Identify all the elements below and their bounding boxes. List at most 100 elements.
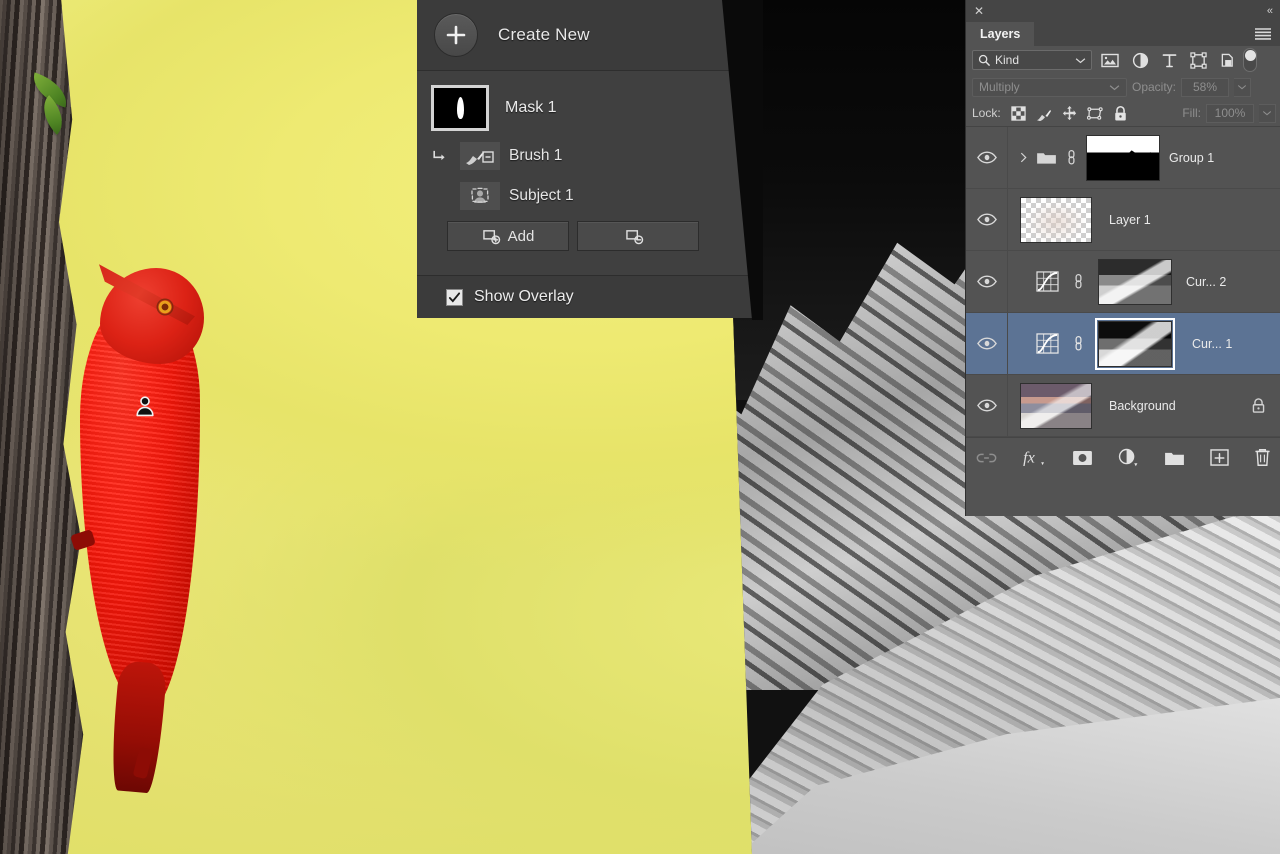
opacity-input[interactable]: 58% [1181, 77, 1230, 97]
subtract-mask-button[interactable] [577, 221, 699, 251]
fill-label: Fill: [1182, 106, 1201, 120]
subtract-rectangle-minus-icon [626, 229, 644, 244]
layer-name: Background [1109, 398, 1176, 413]
layer-visibility-toggle[interactable] [966, 313, 1008, 374]
layer-name: Cur... 2 [1186, 274, 1227, 289]
tab-layers[interactable]: Layers [966, 22, 1035, 46]
layers-list: Group 1 Layer 1 Cur... 2 Cur... 1 Backgr… [966, 126, 1280, 437]
layer-mask-thumbnail[interactable] [1098, 258, 1172, 305]
close-icon[interactable]: ✕ [974, 5, 984, 17]
delete-layer-icon[interactable] [1254, 448, 1271, 467]
panel-menu-icon[interactable] [1254, 22, 1280, 46]
show-overlay-checkbox[interactable] [446, 288, 463, 306]
lock-transparent-pixels-icon[interactable] [1011, 105, 1026, 121]
bird-eye [158, 300, 172, 314]
panel-tab-row: Layers [966, 22, 1280, 46]
layer-visibility-toggle[interactable] [966, 189, 1008, 250]
chevron-down-icon[interactable] [1075, 57, 1086, 64]
chevron-down-icon[interactable] [1109, 84, 1120, 91]
brush-subtract-icon[interactable] [460, 142, 500, 170]
link-mask-icon[interactable] [1073, 334, 1084, 353]
mask-action-buttons: Add [417, 216, 757, 251]
create-new-mask-header[interactable]: Create New [417, 0, 757, 70]
blend-mode-dropdown[interactable]: Multiply [972, 77, 1127, 97]
filter-shape-layers-icon[interactable] [1190, 51, 1207, 69]
link-layers-icon[interactable] [976, 452, 997, 464]
chevron-right-icon[interactable] [1020, 152, 1027, 163]
table-row[interactable]: Cur... 1 [966, 313, 1280, 375]
layer-thumbnail[interactable] [1020, 196, 1092, 243]
photoshop-layers-panel: ✕ « Layers Kind Multiply Opacity: 58% Lo… [965, 0, 1280, 516]
new-adjustment-layer-icon[interactable] [1118, 448, 1139, 467]
layer-styles-fx-icon[interactable]: fx [1022, 448, 1047, 467]
show-overlay-bar[interactable]: Show Overlay [417, 275, 757, 318]
layer-visibility-toggle[interactable] [966, 251, 1008, 312]
add-rectangle-plus-icon [482, 229, 500, 244]
mask-component-name: Subject 1 [509, 187, 574, 204]
bird-head [99, 264, 204, 364]
show-overlay-label: Show Overlay [474, 288, 574, 305]
filter-kind-dropdown[interactable]: Kind [972, 50, 1092, 70]
mask-list: Mask 1 Brush 1 Subject 1 Add [417, 70, 757, 275]
filter-toggle-switch[interactable] [1243, 48, 1257, 72]
layers-bottom-toolbar: fx [966, 437, 1280, 477]
blend-mode-value: Multiply [979, 80, 1020, 94]
curves-icon[interactable] [1036, 333, 1059, 354]
table-row[interactable]: Background [966, 375, 1280, 437]
table-row[interactable]: Cur... 2 [966, 251, 1280, 313]
fill-stepper-chevron-icon[interactable] [1259, 103, 1276, 123]
create-new-label: Create New [498, 25, 590, 44]
search-icon [978, 54, 990, 66]
blend-mode-row: Multiply Opacity: 58% [966, 74, 1280, 100]
add-mask-button[interactable]: Add [447, 221, 569, 251]
layer-visibility-toggle[interactable] [966, 375, 1008, 436]
mask-shape-preview [456, 97, 464, 119]
panel-titlebar: ✕ « [966, 0, 1280, 22]
collapse-double-chevron-icon[interactable]: « [1267, 5, 1273, 17]
select-subject-icon[interactable] [460, 182, 500, 210]
layer-mask-thumbnail-selected[interactable] [1095, 317, 1175, 370]
folder-icon [1036, 150, 1057, 165]
lock-artboard-nesting-icon[interactable] [1086, 105, 1104, 122]
lock-all-icon[interactable] [1113, 105, 1128, 122]
table-row[interactable]: Group 1 [966, 127, 1280, 189]
curves-icon[interactable] [1036, 271, 1059, 292]
eye-icon [976, 213, 997, 226]
eye-icon [976, 275, 997, 288]
mask-component-subject[interactable]: Subject 1 [417, 176, 757, 216]
lock-image-pixels-icon[interactable] [1035, 105, 1052, 122]
eye-icon [976, 399, 997, 412]
plus-circle-icon[interactable] [434, 13, 478, 57]
masked-bird-subject [62, 232, 232, 794]
filter-smart-object-icon[interactable] [1220, 53, 1235, 68]
mask-component-brush[interactable]: Brush 1 [417, 136, 757, 176]
new-group-icon[interactable] [1164, 450, 1185, 466]
eye-icon [976, 337, 997, 350]
mask-component-name: Brush 1 [509, 147, 563, 164]
filter-adjustment-layers-icon[interactable] [1132, 52, 1149, 69]
opacity-stepper-chevron-icon[interactable] [1234, 77, 1252, 97]
layer-name: Group 1 [1169, 150, 1215, 165]
subcomponent-arrow-icon [431, 149, 451, 164]
mask-thumbnail[interactable] [431, 85, 489, 131]
add-layer-mask-icon[interactable] [1072, 450, 1093, 466]
filter-type-layers-icon[interactable] [1162, 53, 1177, 68]
fill-group: Fill: 100% [1182, 103, 1276, 123]
bird-beak [99, 264, 195, 325]
filter-pixel-layers-icon[interactable] [1101, 53, 1119, 68]
layer-filter-row: Kind [966, 46, 1280, 74]
filter-kind-label: Kind [995, 53, 1020, 67]
svg-text:fx: fx [1023, 449, 1035, 466]
lock-position-icon[interactable] [1061, 105, 1078, 122]
layer-visibility-toggle[interactable] [966, 127, 1008, 188]
new-layer-icon[interactable] [1209, 449, 1229, 466]
table-row[interactable]: Layer 1 [966, 189, 1280, 251]
link-mask-icon[interactable] [1066, 148, 1077, 167]
tab-layers-label: Layers [980, 27, 1021, 41]
link-mask-icon[interactable] [1073, 272, 1084, 291]
layer-mask-thumbnail[interactable] [1086, 134, 1160, 181]
layer-name: Layer 1 [1109, 212, 1151, 227]
fill-input[interactable]: 100% [1206, 103, 1254, 123]
layer-thumbnail[interactable] [1020, 382, 1092, 429]
mask-list-item[interactable]: Mask 1 [417, 80, 757, 136]
